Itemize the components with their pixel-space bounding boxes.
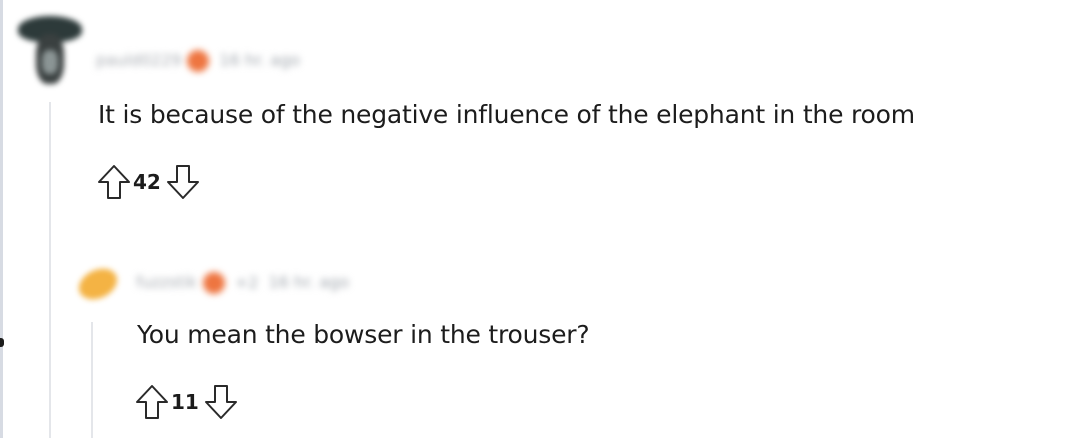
comment-body: It is because of the negative influence …: [98, 100, 915, 129]
avatar[interactable]: [14, 10, 86, 90]
reply-downvote-button[interactable]: [201, 382, 241, 422]
flair-badge-icon: [202, 272, 225, 294]
reply-vote-controls: 11: [132, 382, 241, 422]
reply-username-link[interactable]: fuzzstik: [136, 273, 197, 292]
left-edge-border: [0, 0, 3, 438]
reply-body: You mean the bowser in the trouser?: [137, 320, 590, 349]
comment-thread: pauld0229 16 hr. ago It is because of the…: [0, 0, 1084, 438]
comment-meta: pauld0229 16 hr. ago: [96, 50, 300, 72]
avatar-highlight-shape: [42, 50, 58, 74]
username-link[interactable]: pauld0229: [96, 51, 181, 70]
edge-marker: [0, 338, 4, 347]
vote-controls: 42: [94, 162, 203, 202]
downvote-button[interactable]: [163, 162, 203, 202]
reply-flair: +2: [234, 272, 259, 292]
reply-vote-score: 11: [171, 390, 199, 414]
arrow-up-icon: [98, 165, 130, 199]
vote-score: 42: [133, 170, 161, 194]
reply-avatar[interactable]: [72, 260, 123, 306]
reply-timestamp: 16 hr. ago: [268, 272, 350, 292]
reply-upvote-button[interactable]: [132, 382, 172, 422]
thread-line-collapse[interactable]: [49, 102, 51, 438]
reply-thread-line-collapse[interactable]: [91, 322, 93, 438]
reply-meta: fuzzstik +2 16 hr. ago: [136, 272, 349, 294]
flair-badge-icon: [187, 50, 210, 72]
arrow-up-icon: [136, 385, 168, 419]
upvote-button[interactable]: [94, 162, 134, 202]
arrow-down-icon: [204, 385, 237, 419]
arrow-down-icon: [166, 165, 199, 199]
avatar-shape: [73, 262, 123, 306]
timestamp: 16 hr. ago: [219, 50, 301, 70]
